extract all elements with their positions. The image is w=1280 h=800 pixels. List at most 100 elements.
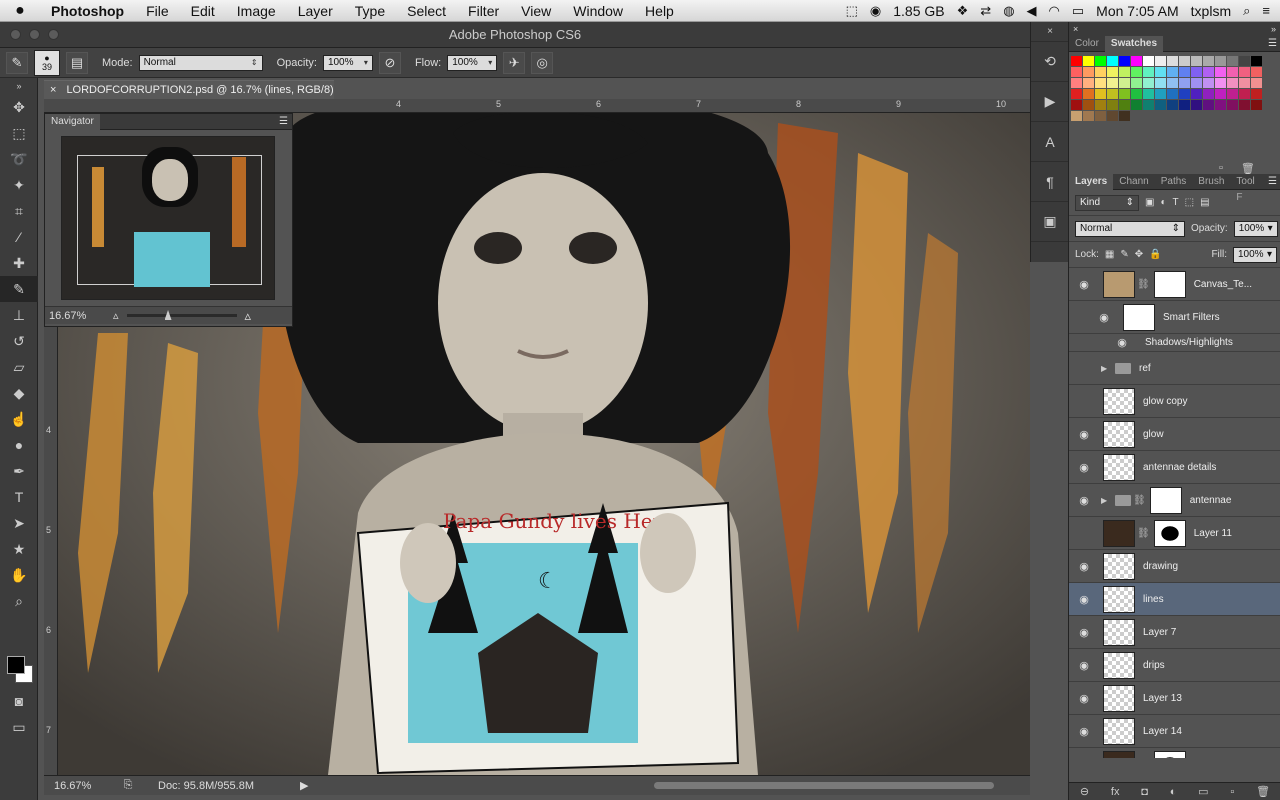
color-swatch[interactable]: [1179, 89, 1190, 99]
visibility-eye-icon[interactable]: ◉: [1069, 725, 1099, 738]
layer-thumbnail[interactable]: [1103, 585, 1135, 613]
filter-adjustment-icon[interactable]: ◐: [1160, 197, 1166, 208]
color-swatch[interactable]: [1143, 100, 1154, 110]
color-swatch[interactable]: [1107, 100, 1118, 110]
lock-transparent-icon[interactable]: ▦: [1105, 249, 1114, 260]
color-swatch[interactable]: [1131, 67, 1142, 77]
new-group-icon[interactable]: ▭: [1198, 785, 1208, 798]
layer-row[interactable]: ◉ ⛓ Layer 11: [1069, 517, 1280, 550]
layer-row[interactable]: ◉ glow: [1069, 418, 1280, 451]
healing-brush-tool-icon[interactable]: ✚: [0, 250, 38, 276]
brush-tool-preset-icon[interactable]: ✎: [6, 51, 28, 74]
panel-menu-icon[interactable]: ☰: [1268, 176, 1280, 187]
color-swatch[interactable]: [1239, 67, 1250, 77]
panel-menu-icon[interactable]: ☰: [1268, 38, 1280, 49]
menu-filter[interactable]: Filter: [457, 0, 510, 22]
color-swatch[interactable]: [1095, 111, 1106, 121]
layer-row[interactable]: ◉▶ ref: [1069, 352, 1280, 385]
color-swatch[interactable]: [1179, 78, 1190, 88]
menu-file[interactable]: File: [135, 0, 180, 22]
lock-all-icon[interactable]: 🔒: [1149, 249, 1161, 260]
color-swatch[interactable]: [1155, 78, 1166, 88]
color-swatch[interactable]: [1191, 56, 1202, 66]
filter-type-icon[interactable]: T: [1173, 197, 1179, 208]
color-swatch[interactable]: [1095, 78, 1106, 88]
navigator-zoom-value[interactable]: 16.67%: [49, 310, 105, 322]
media-icon[interactable]: ◍: [1003, 3, 1014, 19]
opacity-input[interactable]: 100% ▾: [322, 54, 373, 71]
color-swatch[interactable]: [1071, 56, 1082, 66]
color-swatch[interactable]: [1191, 78, 1202, 88]
navigator-tab[interactable]: Navigator: [45, 113, 100, 130]
close-window-button[interactable]: [10, 29, 21, 40]
menu-select[interactable]: Select: [396, 0, 457, 22]
close-tab-icon[interactable]: ×: [50, 84, 56, 96]
filter-pixel-icon[interactable]: ▣: [1145, 197, 1154, 208]
minimize-window-button[interactable]: [29, 29, 40, 40]
brush-tab[interactable]: Brush: [1192, 174, 1230, 190]
layer-mask-thumbnail[interactable]: [1149, 486, 1182, 514]
layer-mask-thumbnail[interactable]: [1153, 270, 1186, 298]
layer-row[interactable]: ◉ glow copy: [1069, 385, 1280, 418]
crop-tool-icon[interactable]: ⌗: [0, 198, 38, 224]
type-tool-icon[interactable]: T: [0, 484, 38, 510]
smart-filter-mask-thumbnail[interactable]: [1123, 303, 1155, 331]
color-swatch[interactable]: [1227, 78, 1238, 88]
horizontal-scrollbar[interactable]: [654, 782, 994, 789]
visibility-eye-icon[interactable]: ◉: [1069, 560, 1099, 573]
expand-group-icon[interactable]: ▶: [1101, 496, 1111, 505]
add-mask-icon[interactable]: ◘: [1141, 786, 1148, 798]
color-swatch[interactable]: [1155, 56, 1166, 66]
brush-panel-toggle-icon[interactable]: ▤: [66, 51, 88, 74]
color-swatch[interactable]: [1203, 67, 1214, 77]
color-swatch[interactable]: [1179, 100, 1190, 110]
layer-row[interactable]: ◉ lines: [1069, 583, 1280, 616]
menu-photoshop[interactable]: Photoshop: [40, 0, 135, 22]
color-swatch[interactable]: [1167, 56, 1178, 66]
color-swatch[interactable]: [1143, 56, 1154, 66]
color-swatch[interactable]: [1227, 56, 1238, 66]
pen-tool-icon[interactable]: ✒: [0, 458, 38, 484]
sync-icon[interactable]: ⇄: [980, 3, 991, 19]
color-swatch[interactable]: [1203, 89, 1214, 99]
dropbox-icon[interactable]: ❖: [957, 3, 969, 19]
color-swatch[interactable]: [1119, 111, 1130, 121]
visibility-eye-icon[interactable]: ◉: [1069, 527, 1099, 540]
layer-row[interactable]: ◉ drips: [1069, 649, 1280, 682]
color-swatch[interactable]: [1167, 100, 1178, 110]
color-swatch[interactable]: [1119, 67, 1130, 77]
channels-tab[interactable]: Chann: [1113, 174, 1154, 190]
menu-layer[interactable]: Layer: [287, 0, 344, 22]
color-swatch[interactable]: [1071, 100, 1082, 110]
color-swatch[interactable]: [1095, 89, 1106, 99]
color-swatch[interactable]: [1155, 89, 1166, 99]
color-swatch[interactable]: [1083, 100, 1094, 110]
pressure-opacity-icon[interactable]: ⊘: [378, 51, 401, 74]
layer-row[interactable]: ◉ Layer 14: [1069, 715, 1280, 748]
layer-thumbnail[interactable]: [1103, 420, 1135, 448]
fill-input[interactable]: 100% ▾: [1233, 246, 1277, 263]
navigator-zoom-slider[interactable]: [126, 310, 237, 320]
visibility-eye-icon[interactable]: ◉: [1069, 362, 1099, 375]
pressure-size-icon[interactable]: ◎: [531, 51, 554, 74]
layer-thumbnail[interactable]: [1103, 684, 1135, 712]
visibility-eye-icon[interactable]: ◉: [1069, 461, 1099, 474]
path-selection-tool-icon[interactable]: ➤: [0, 510, 38, 536]
visibility-eye-icon[interactable]: ◉: [1069, 494, 1099, 507]
user-name[interactable]: txplsm: [1191, 3, 1231, 19]
color-swatch[interactable]: [1071, 78, 1082, 88]
hand-tool-icon[interactable]: ✋: [0, 562, 38, 588]
visibility-eye-icon[interactable]: ◉: [1069, 758, 1099, 759]
layer-mask-thumbnail[interactable]: [1153, 519, 1186, 547]
layer-thumbnail[interactable]: [1103, 453, 1135, 481]
zoom-window-button[interactable]: [48, 29, 59, 40]
layer-row[interactable]: ◉ ▶ ⛓ antennae: [1069, 484, 1280, 517]
new-layer-icon[interactable]: ▫: [1230, 786, 1234, 798]
clock[interactable]: Mon 7:05 AM: [1096, 3, 1179, 19]
brush-size-picker[interactable]: ● 39: [34, 49, 60, 76]
color-swatch[interactable]: [1071, 111, 1082, 121]
color-swatch[interactable]: [1167, 89, 1178, 99]
color-swatch[interactable]: [1119, 100, 1130, 110]
blend-mode-select[interactable]: Normal ⇕: [1075, 220, 1185, 237]
mask-link-icon[interactable]: ⛓: [1137, 528, 1150, 539]
